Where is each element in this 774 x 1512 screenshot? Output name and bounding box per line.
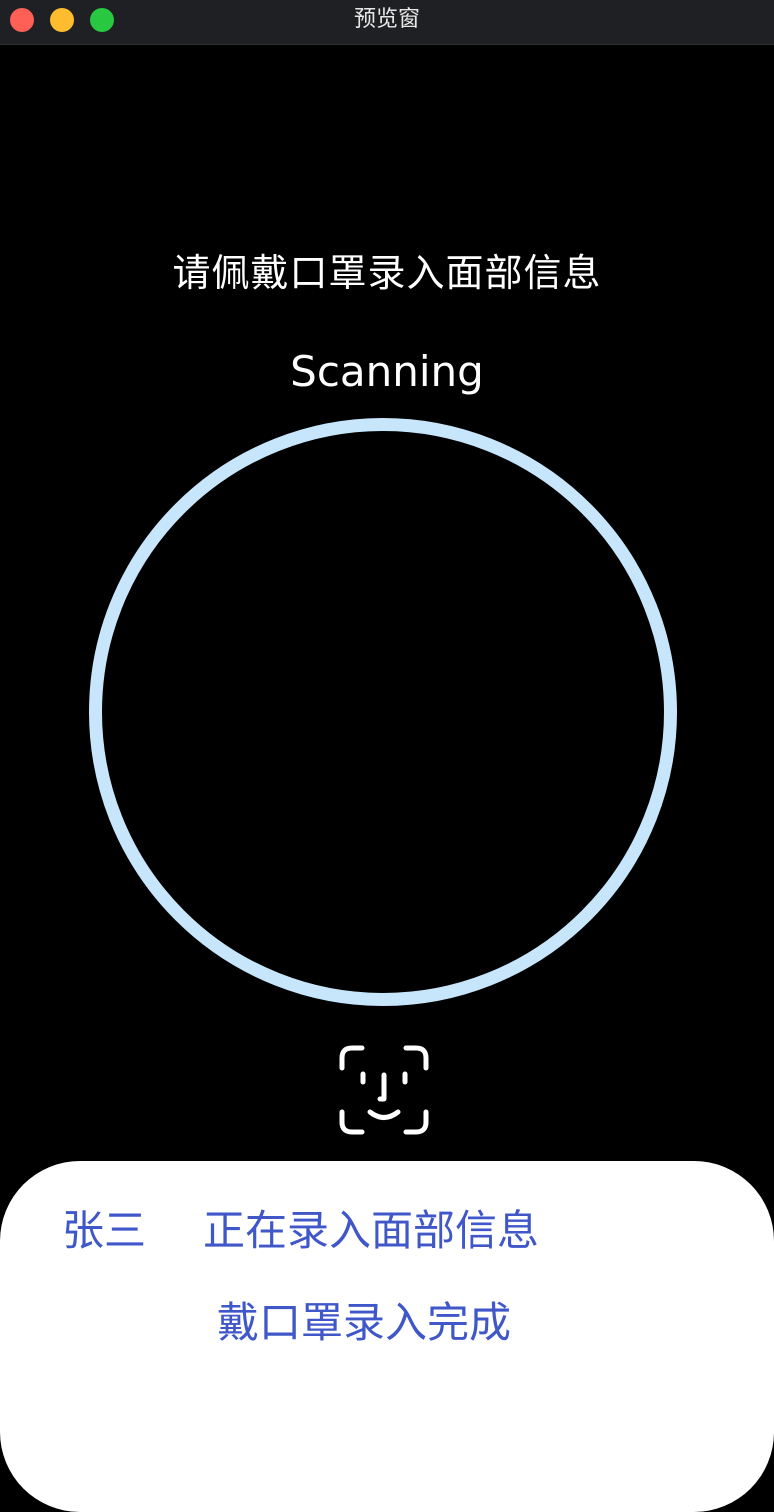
enrollment-result-text: 戴口罩录入完成: [216, 1298, 511, 1347]
face-id-icon: [339, 1045, 429, 1135]
user-name: 张三: [62, 1206, 147, 1255]
scan-status: Scanning: [290, 347, 484, 396]
enrollment-info-panel: 张三 正在录入面部信息 戴口罩录入完成: [0, 1161, 774, 1512]
face-enrollment-prompt: 请佩戴口罩录入面部信息: [172, 251, 602, 295]
enrollment-status-text: 正在录入面部信息: [203, 1206, 540, 1255]
preview-content: 请佩戴口罩录入面部信息 Scanning 张三 正在录入面部信息 戴口罩录入完成: [0, 45, 774, 1512]
window-title: 预览窗: [353, 7, 420, 32]
camera-preview-ring: [89, 418, 677, 1006]
window-titlebar: 预览窗: [0, 0, 774, 45]
